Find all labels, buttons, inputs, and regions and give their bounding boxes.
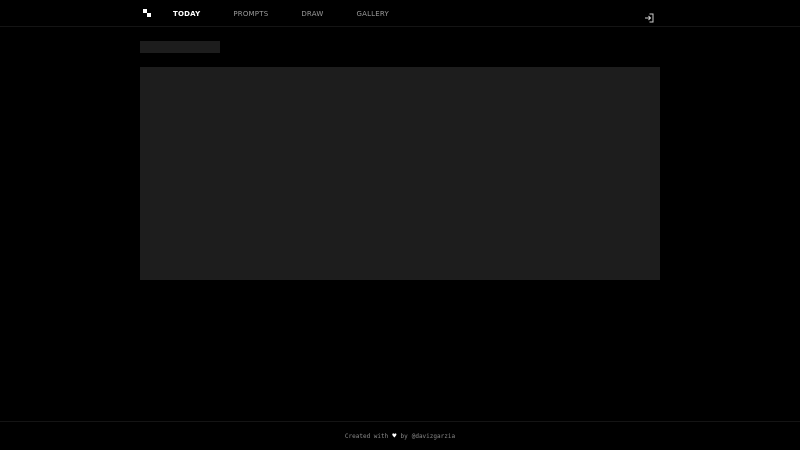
nav-item-prompts[interactable]: PROMPTS [233,10,268,18]
content-loading-placeholder [140,67,660,280]
nav-item-draw[interactable]: DRAW [301,10,323,18]
footer-created-with: Created with [344,432,389,440]
sign-in-icon-svg [645,13,654,23]
top-navbar: TODAY PROMPTS DRAW GALLERY [0,0,800,27]
pixel-logo-icon[interactable] [143,9,151,17]
logo-square-bottom [147,13,151,17]
nav-item-gallery[interactable]: GALLERY [356,10,389,18]
footer: Created with ♥ by @davizgarzia [0,421,800,450]
main-nav: TODAY PROMPTS DRAW GALLERY [173,0,422,27]
heart-icon: ♥ [392,432,397,440]
author-handle-link[interactable]: @davizgarzia [412,433,455,440]
footer-by: by [400,432,408,440]
title-loading-placeholder [140,41,220,53]
sign-in-icon[interactable] [644,8,654,23]
nav-item-today[interactable]: TODAY [173,10,200,18]
